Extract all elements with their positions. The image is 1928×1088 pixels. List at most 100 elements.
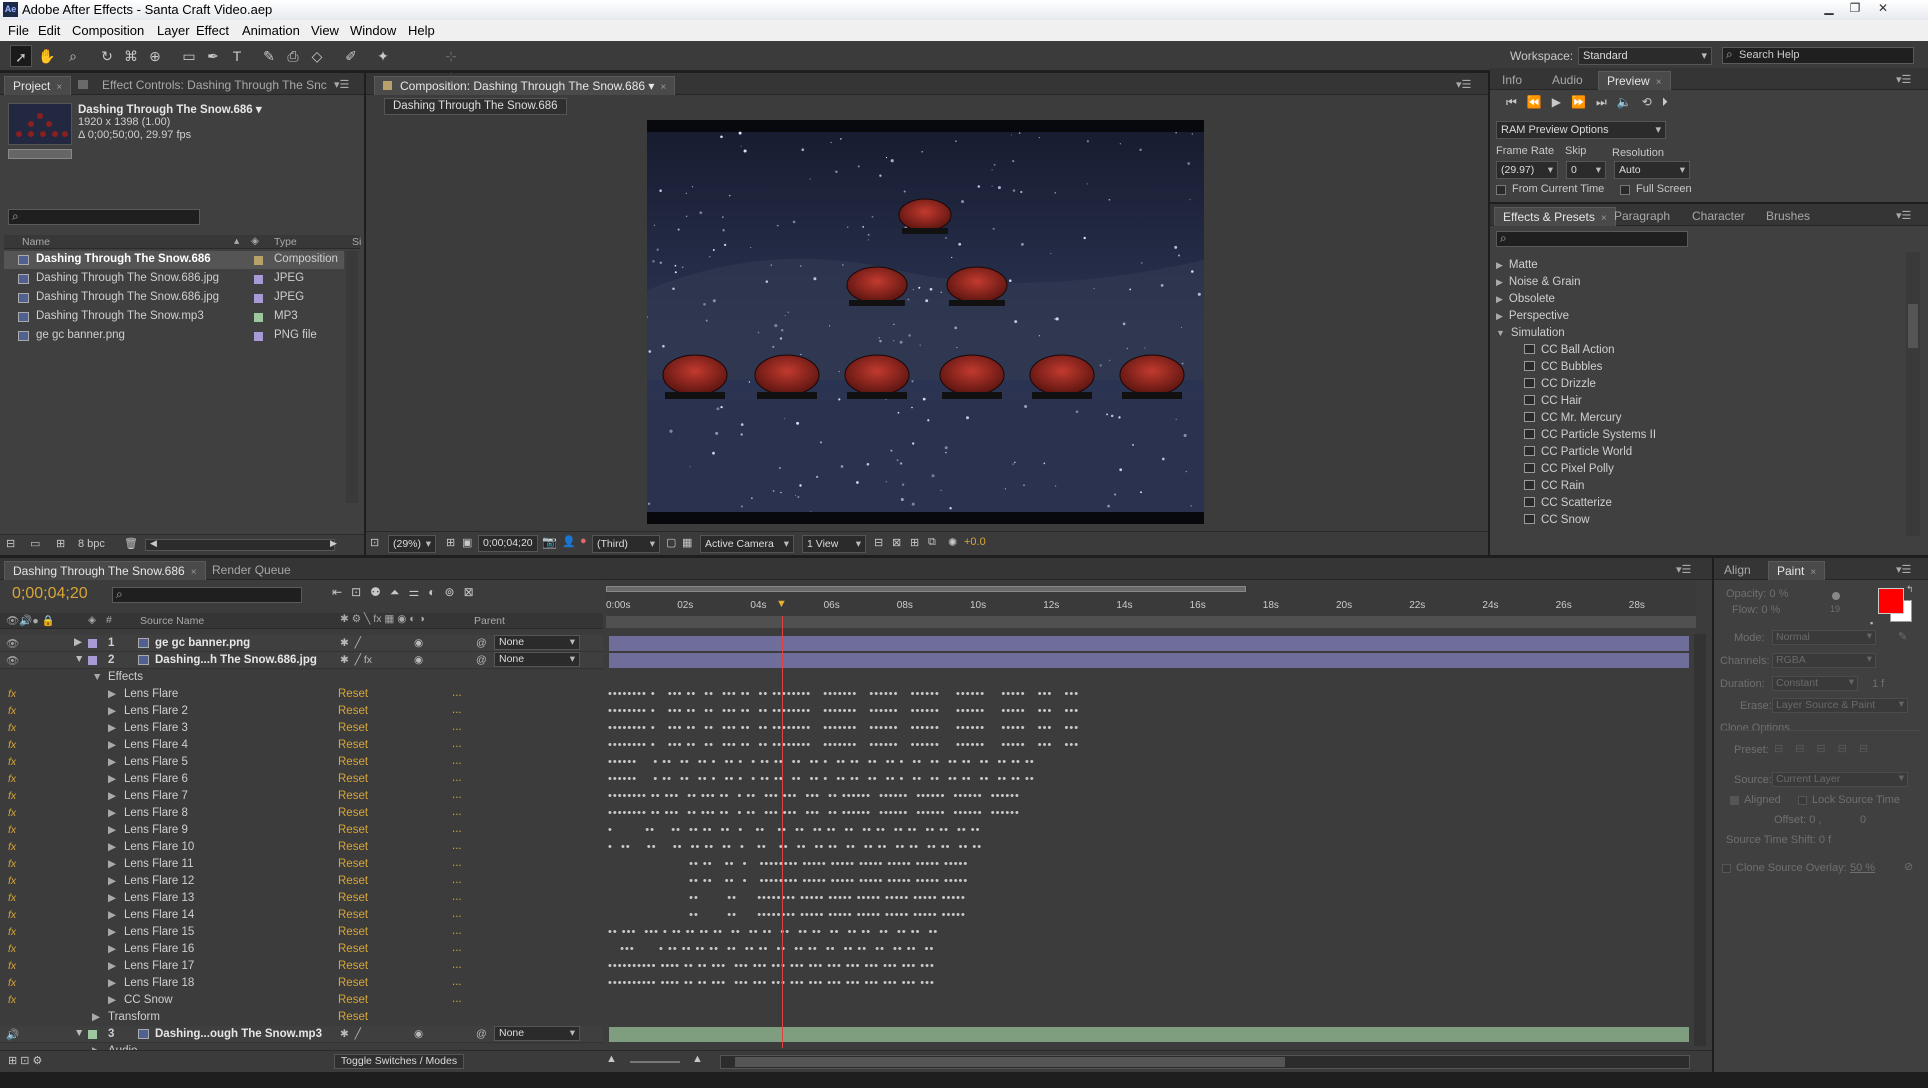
camera-tool-icon[interactable]: ⌘ [120, 45, 142, 67]
effect-name[interactable]: Lens Flare 16 [124, 943, 194, 955]
expanded-arrow-icon[interactable]: ▼ [1496, 328, 1505, 338]
effect-ellipsis[interactable]: ... [452, 704, 462, 716]
effects-scrollbar[interactable] [1906, 252, 1920, 536]
loop-icon[interactable]: ⟲ [1642, 95, 1662, 109]
audio-speaker-icon[interactable]: 🔊 [6, 1028, 19, 1041]
effect-row[interactable]: fx ▶ Lens Flare 3 Reset ... [0, 720, 603, 737]
ram-preview-options-dropdown[interactable]: RAM Preview Options [1496, 121, 1666, 139]
new-composition-icon[interactable]: ⊞ [56, 537, 65, 550]
previous-frame-icon[interactable]: ⏪ [1527, 95, 1552, 109]
effect-name[interactable]: Lens Flare 9 [124, 824, 188, 836]
effect-item[interactable]: CC Ball Action [1524, 344, 1615, 356]
search-help-input[interactable]: Search Help [1722, 47, 1914, 64]
hand-tool-icon[interactable]: ✋ [36, 45, 58, 67]
brush-tip-icon[interactable] [1832, 592, 1840, 600]
effect-row[interactable]: fx ▶ Lens Flare 7 Reset ... [0, 788, 603, 805]
effect-name[interactable]: Lens Flare 12 [124, 875, 194, 887]
color-channels-icon[interactable]: ● [580, 535, 587, 547]
tab-timeline-composition[interactable]: Dashing Through The Snow.686 × [4, 561, 206, 580]
layer-duration-bar[interactable] [609, 636, 1689, 651]
resolution-dropdown[interactable]: (Third) [592, 535, 660, 553]
effect-item[interactable]: CC Mr. Mercury [1524, 412, 1622, 424]
keyframe-track[interactable]: •• •• •••••••• ••••• ••••• ••••• ••••• •… [608, 890, 1688, 907]
column-type[interactable]: Type [274, 236, 297, 248]
keyframe-track[interactable]: •••••••••• •••• •• •• ••• ••• ••• ••• ••… [608, 958, 1688, 975]
layer-label-swatch[interactable] [88, 656, 97, 665]
fx-toggle-icon[interactable]: fx [8, 960, 16, 972]
pickwhip-icon[interactable]: @ [476, 637, 487, 649]
rectangle-tool-icon[interactable]: ▭ [178, 45, 200, 67]
effect-ellipsis[interactable]: ... [452, 857, 462, 869]
scroll-left-icon[interactable]: ◀ [150, 538, 157, 549]
effect-item[interactable]: CC Pixel Polly [1524, 463, 1614, 475]
tab-render-queue[interactable]: Render Queue [204, 561, 299, 580]
collapsed-arrow-icon[interactable]: ▶ [108, 773, 116, 785]
collapsed-arrow-icon[interactable]: ▶ [1496, 260, 1503, 270]
project-search-input[interactable] [8, 209, 200, 225]
timeline-vscrollbar[interactable] [1694, 634, 1706, 1046]
snapshot-icon[interactable]: 📷 [542, 535, 557, 549]
effect-row[interactable]: fx ▶ Lens Flare 10 Reset ... [0, 839, 603, 856]
source-time-shift-field[interactable]: Source Time Shift: 0 f [1726, 834, 1831, 846]
project-hscrollbar[interactable] [145, 539, 335, 551]
effect-row[interactable]: fx ▶ Lens Flare 15 Reset ... [0, 924, 603, 941]
resolution-dropdown[interactable]: Auto [1614, 161, 1690, 179]
clone-source-overlay-value[interactable]: 50 % [1850, 862, 1875, 874]
pen-tool-icon[interactable]: ✒ [202, 45, 224, 67]
expanded-arrow-icon[interactable]: ▼ [74, 653, 84, 665]
effect-name[interactable]: Lens Flare [124, 688, 178, 700]
tab-effects-presets[interactable]: Effects & Presets × [1494, 207, 1616, 226]
collapsed-arrow-icon[interactable]: ▶ [108, 875, 116, 887]
brush-tool-icon[interactable]: ✎ [258, 45, 280, 67]
keyframe-track[interactable]: •••••••• • ••• •• •• ••• •• •• •••••••• … [608, 703, 1688, 720]
effect-name[interactable]: Lens Flare 15 [124, 926, 194, 938]
keyframe-track[interactable]: •• •• •••••••• ••••• ••••• ••••• ••••• •… [608, 907, 1688, 924]
expanded-arrow-icon[interactable]: ▼ [74, 1027, 84, 1039]
channels-dropdown[interactable]: RGBA [1772, 653, 1876, 668]
tab-paint[interactable]: Paint × [1768, 561, 1826, 580]
label-column-icon[interactable]: ◈ [251, 235, 259, 247]
effect-item[interactable]: CC Particle World [1524, 446, 1632, 458]
effect-name[interactable]: Lens Flare 7 [124, 790, 188, 802]
project-item[interactable]: Dashing Through The Snow.mp3 MP3 [4, 308, 344, 326]
effect-category[interactable]: ▶ Obsolete [1496, 293, 1555, 305]
reset-link[interactable]: Reset [338, 722, 368, 734]
project-item[interactable]: Dashing Through The Snow.686.jpg JPEG [4, 270, 344, 288]
reset-link[interactable]: Reset [338, 705, 368, 717]
reset-link[interactable]: Reset [338, 892, 368, 904]
type-tool-icon[interactable]: T [226, 45, 248, 67]
effects-scroll-thumb[interactable] [1908, 304, 1918, 348]
keyframe-track[interactable]: •••••••• •• ••• •• ••• •• • •• ••• ••• •… [608, 788, 1688, 805]
fx-toggle-icon[interactable]: fx [8, 807, 16, 819]
panel-menu-icon[interactable]: ▾☰ [1676, 563, 1691, 576]
effect-row[interactable]: fx ▶ Lens Flare 14 Reset ... [0, 907, 603, 924]
effect-ellipsis[interactable]: ... [452, 806, 462, 818]
close-button[interactable]: ✕ [1872, 1, 1894, 17]
label-color-swatch[interactable] [254, 332, 263, 341]
collapsed-arrow-icon[interactable]: ▶ [108, 688, 116, 700]
reset-exposure-icon[interactable]: ✺ [948, 536, 957, 549]
layer-duration-bar[interactable] [609, 653, 1689, 668]
motion-blur-switch-icon[interactable]: ◉ [414, 654, 423, 666]
collapsed-arrow-icon[interactable]: ▶ [108, 926, 116, 938]
fx-toggle-icon[interactable]: fx [8, 994, 16, 1006]
effect-name[interactable]: Lens Flare 14 [124, 909, 194, 921]
composition-breadcrumb[interactable]: Dashing Through The Snow.686 [384, 98, 567, 115]
swap-colors-icon[interactable]: ↰ [1906, 584, 1914, 595]
effect-name[interactable]: CC Snow [124, 994, 173, 1006]
panel-menu-icon[interactable]: ▾☰ [334, 78, 349, 91]
last-frame-icon[interactable]: ⏭ [1596, 95, 1617, 109]
reset-link[interactable]: Reset [338, 824, 368, 836]
minimize-button[interactable]: ▁ [1818, 1, 1840, 17]
effect-item[interactable]: CC Drizzle [1524, 378, 1596, 390]
effect-row[interactable]: fx ▶ Lens Flare 4 Reset ... [0, 737, 603, 754]
tab-audio[interactable]: Audio [1544, 71, 1591, 90]
reset-link[interactable]: Reset [338, 739, 368, 751]
timeline-scroll-thumb[interactable] [735, 1057, 1285, 1067]
effect-item[interactable]: CC Bubbles [1524, 361, 1602, 373]
keyframe-track[interactable]: •• ••• ••• • •• •• •• •• •• •• •• •• •• … [608, 924, 1688, 941]
reset-link[interactable]: Reset [338, 943, 368, 955]
view-layout-dropdown[interactable]: 1 View [802, 535, 866, 553]
transform-group-row[interactable]: ▶ Transform Reset [0, 1009, 603, 1026]
collapsed-arrow-icon[interactable]: ▶ [108, 841, 116, 853]
